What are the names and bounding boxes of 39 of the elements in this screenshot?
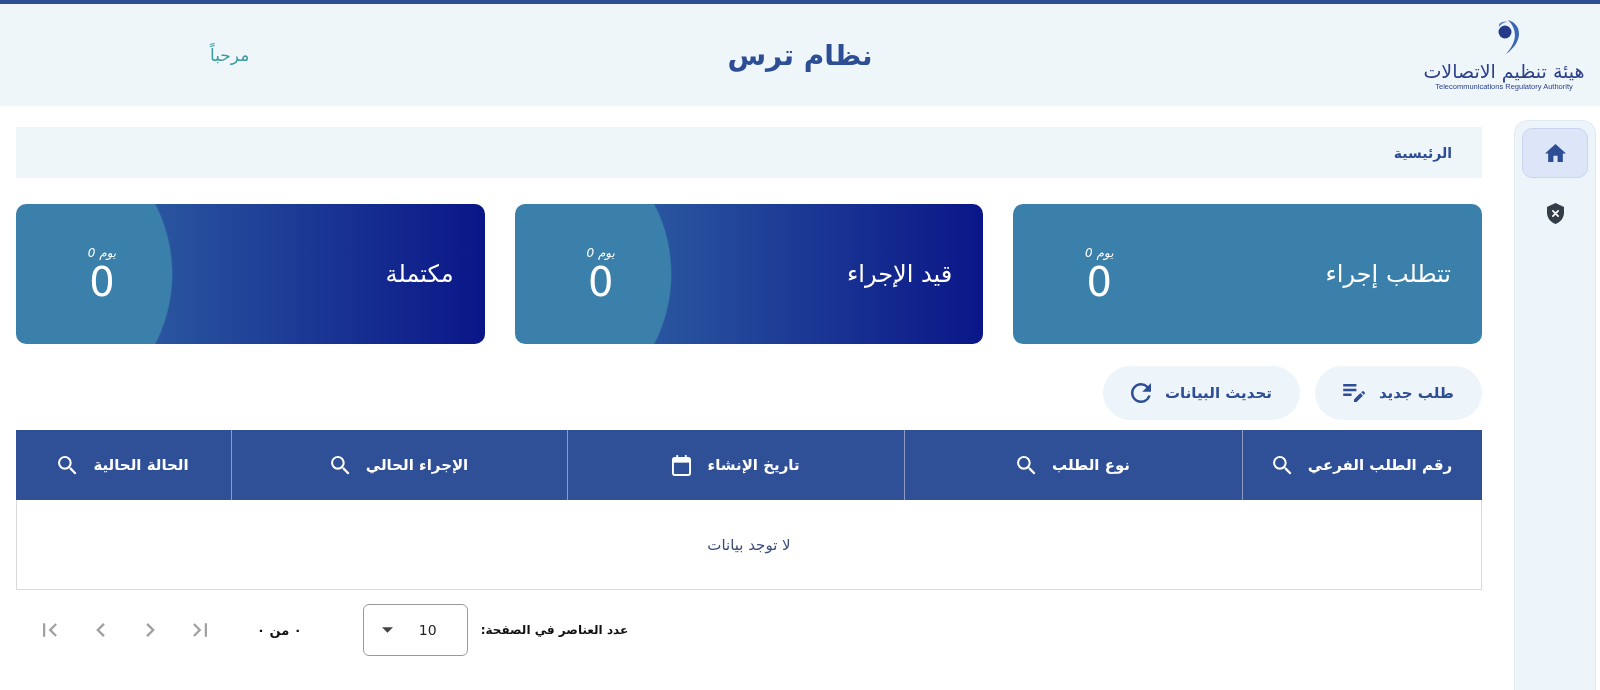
column-header[interactable]: رقم الطلب الفرعي: [1242, 430, 1482, 500]
card-title: قيد الإجراء: [847, 260, 953, 288]
new-request-button[interactable]: طلب جديد: [1314, 366, 1482, 420]
bar-chevron-left-icon: [43, 623, 57, 637]
sidebar-nav-button[interactable]: [1522, 128, 1588, 178]
page-size-select[interactable]: 10: [362, 604, 468, 656]
column-header[interactable]: الإجراء الحالي: [231, 430, 567, 500]
refresh-icon: [1131, 383, 1152, 403]
column-header[interactable]: تاريخ الإنشاء: [567, 430, 904, 500]
calendar-icon[interactable]: [672, 454, 692, 476]
edit-list-icon: [1342, 384, 1365, 402]
count-value: 0: [587, 262, 614, 302]
chevron-left-icon: [95, 623, 105, 637]
greeting-text: مرحباً: [210, 45, 250, 65]
days-label: يوم 0: [586, 246, 615, 260]
page-range-text: ٠ من ٠: [257, 622, 302, 638]
count-value: 0: [89, 262, 115, 302]
logo-arabic-name: هيئة تنظيم الاتصالات: [1423, 60, 1585, 82]
search-icon[interactable]: [58, 455, 78, 475]
chevron-bar-right-icon: [193, 623, 207, 637]
card-title: تتطلب إجراء: [1325, 260, 1451, 288]
caret-icon: [381, 627, 393, 633]
column-header[interactable]: الحالة الحالية: [16, 430, 231, 500]
search-icon[interactable]: [1272, 455, 1292, 475]
days-label: يوم 0: [1085, 246, 1114, 260]
refresh-data-button[interactable]: تحديث البيانات: [1103, 366, 1300, 420]
empty-state-message: لا توجد بيانات: [707, 535, 791, 554]
home-icon: [1544, 144, 1566, 162]
column-header[interactable]: نوع الطلب: [904, 430, 1242, 500]
search-icon[interactable]: [330, 455, 350, 475]
search-icon[interactable]: [1017, 455, 1037, 475]
shield-x-icon: [1546, 202, 1564, 224]
page-title: نظام ترس: [727, 38, 873, 72]
chevron-right-icon: [145, 623, 155, 637]
count-value: 0: [1086, 262, 1113, 302]
card-title: مكتملة: [385, 260, 454, 288]
page-size-label: عدد العناصر في الصفحة:: [480, 623, 629, 637]
days-label: يوم 0: [87, 246, 117, 260]
breadcrumb-item[interactable]: الرئيسية: [1393, 144, 1452, 161]
